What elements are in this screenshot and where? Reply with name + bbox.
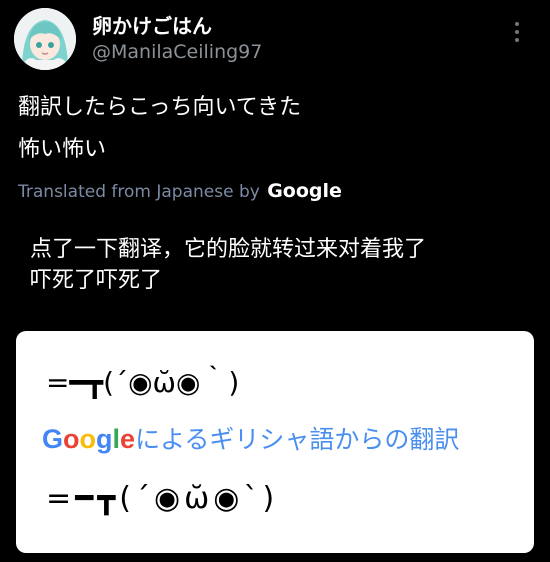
translation-line1: 点了一下翻译，它的脸就转过来对着我了 xyxy=(30,237,427,262)
translation-line2: 吓死了吓死了 xyxy=(30,268,163,293)
more-vertical-icon[interactable] xyxy=(510,22,524,48)
author-handle[interactable]: @ManilaCeiling97 xyxy=(92,41,262,63)
kaomoji-bottom: =━┳(´◉ω̆◉`) xyxy=(46,481,279,516)
google-logo: Google xyxy=(42,424,136,454)
author-name[interactable]: 卵かけごはん xyxy=(92,10,212,39)
post-text-line1: 翻訳したらこっち向いてきた xyxy=(18,95,302,120)
google-translation-caption: Googleによるギリシャ語からの翻訳 xyxy=(42,420,459,456)
post-text-line2: 怖い怖い xyxy=(18,137,107,162)
translated-label: Translated from Japanese by xyxy=(18,182,260,202)
kaomoji-top: =━┳(´◉ω̆◉｀) xyxy=(46,366,240,399)
translated-from-link[interactable]: Translated from Japanese by Google xyxy=(18,180,342,202)
avatar[interactable] xyxy=(14,8,76,70)
attached-image[interactable]: =━┳(´◉ω̆◉｀) Googleによるギリシャ語からの翻訳 =━┳(´◉ω̆… xyxy=(16,331,534,553)
google-caption-text: によるギリシャ語からの翻訳 xyxy=(135,425,460,454)
avatar-anime-character-icon xyxy=(14,8,76,70)
google-wordmark: Google xyxy=(267,180,342,202)
